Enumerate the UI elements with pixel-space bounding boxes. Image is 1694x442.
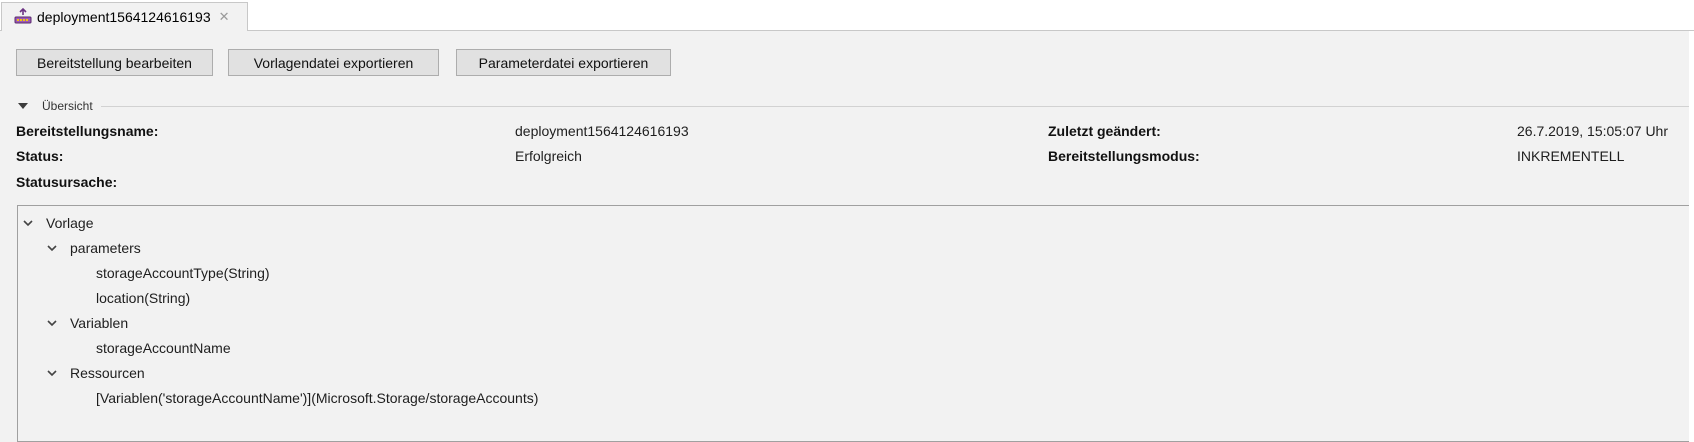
editor-tab-strip: deployment1564124616193 ✕ — [0, 0, 1694, 31]
chevron-down-icon[interactable] — [46, 317, 58, 329]
tree-leaf[interactable]: [Variablen('storageAccountName')](Micros… — [96, 387, 538, 409]
export-parameters-button[interactable]: Parameterdatei exportieren — [456, 49, 671, 76]
deployment-name-value: deployment1564124616193 — [515, 123, 689, 139]
deployment-name-label: Bereitstellungsname: — [16, 123, 159, 139]
tree-leaf[interactable]: storageAccountName — [96, 337, 231, 359]
close-icon[interactable]: ✕ — [219, 9, 230, 25]
template-tree[interactable]: Vorlage parameters storageAccountType(St… — [17, 205, 1694, 442]
deployment-mode-value: INKREMENTELL — [1517, 148, 1625, 164]
tab-title: deployment1564124616193 — [37, 9, 211, 25]
deployment-tab[interactable]: deployment1564124616193 ✕ — [1, 2, 248, 31]
collapse-triangle-icon[interactable] — [16, 99, 30, 113]
chevron-down-icon[interactable] — [22, 217, 34, 229]
tree-label-variables: Variablen — [70, 315, 129, 331]
tree-leaf[interactable]: storageAccountType(String) — [96, 262, 270, 284]
chevron-down-icon[interactable] — [46, 367, 58, 379]
deployment-mode-label: Bereitstellungsmodus: — [1048, 148, 1200, 164]
resource-item: [Variablen('storageAccountName')](Micros… — [96, 390, 539, 406]
overview-title: Übersicht — [42, 99, 93, 113]
tree-node-template[interactable]: Vorlage — [22, 212, 93, 234]
status-reason-label: Statusursache: — [16, 174, 118, 190]
variable-item: storageAccountName — [96, 340, 231, 356]
tree-label-resources: Ressourcen — [70, 365, 145, 381]
deployment-icon — [13, 7, 33, 27]
last-modified-value: 26.7.2019, 15:05:07 Uhr — [1517, 123, 1669, 139]
last-modified-label: Zuletzt geändert: — [1048, 123, 1161, 139]
tree-node-resources[interactable]: Ressourcen — [46, 362, 145, 384]
parameter-item: location(String) — [96, 290, 191, 306]
edit-deployment-button[interactable]: Bereitstellung bearbeiten — [16, 49, 213, 76]
parameter-item: storageAccountType(String) — [96, 265, 270, 281]
chevron-down-icon[interactable] — [46, 242, 58, 254]
status-value: Erfolgreich — [515, 148, 582, 164]
tree-label-parameters: parameters — [70, 240, 141, 256]
section-divider — [100, 105, 1694, 107]
tree-node-parameters[interactable]: parameters — [46, 237, 141, 259]
overview-section-header: Übersicht — [16, 96, 1694, 116]
tree-leaf[interactable]: location(String) — [96, 287, 190, 309]
tree-node-variables[interactable]: Variablen — [46, 312, 128, 334]
window-edge — [1689, 31, 1694, 442]
tree-label-template: Vorlage — [46, 215, 94, 231]
status-label: Status: — [16, 148, 64, 164]
export-template-button[interactable]: Vorlagendatei exportieren — [228, 49, 439, 76]
